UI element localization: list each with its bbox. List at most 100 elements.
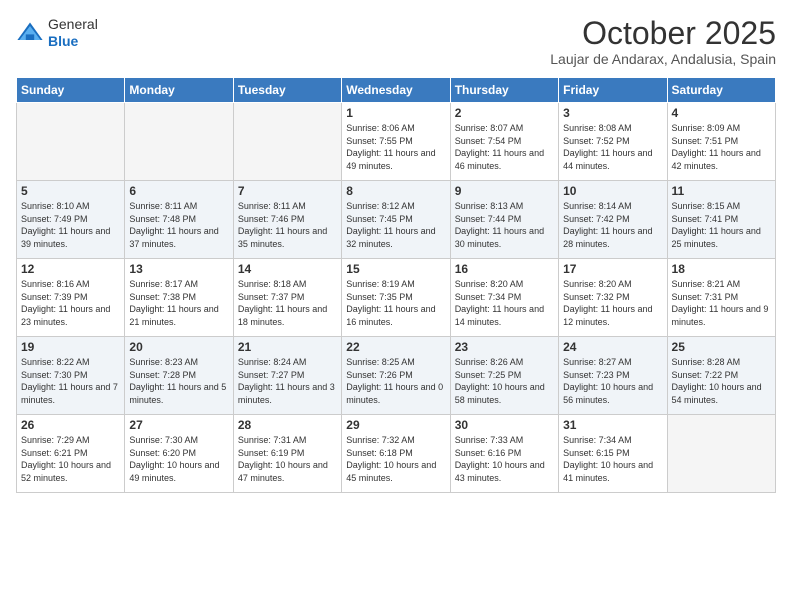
calendar-week-row: 12 Sunrise: 8:16 AMSunset: 7:39 PMDayligh…: [17, 259, 776, 337]
day-number: 18: [672, 262, 771, 276]
day-number: 21: [238, 340, 337, 354]
day-number: 25: [672, 340, 771, 354]
day-number: 16: [455, 262, 554, 276]
logo-text: General Blue: [48, 16, 98, 50]
day-number: 24: [563, 340, 662, 354]
day-detail: Sunrise: 8:20 AMSunset: 7:34 PMDaylight:…: [455, 278, 554, 328]
calendar-cell: 20 Sunrise: 8:23 AMSunset: 7:28 PMDayligh…: [125, 337, 233, 415]
day-detail: Sunrise: 8:09 AMSunset: 7:51 PMDaylight:…: [672, 122, 771, 172]
logo: General Blue: [16, 16, 98, 50]
calendar-cell: 7Sunrise: 8:11 AMSunset: 7:46 PMDaylight…: [233, 181, 341, 259]
calendar-cell: 17 Sunrise: 8:20 AMSunset: 7:32 PMDayligh…: [559, 259, 667, 337]
day-number: 20: [129, 340, 228, 354]
day-detail: Sunrise: 8:25 AMSunset: 7:26 PMDaylight:…: [346, 356, 445, 406]
calendar-cell: 23Sunrise: 8:26 AMSunset: 7:25 PMDayligh…: [450, 337, 558, 415]
calendar-week-row: 5 Sunrise: 8:10 AMSunset: 7:49 PMDaylight…: [17, 181, 776, 259]
day-number: 1: [346, 106, 445, 120]
day-number: 9: [455, 184, 554, 198]
day-number: 6: [129, 184, 228, 198]
calendar-week-row: 26 Sunrise: 7:29 AMSunset: 6:21 PMDayligh…: [17, 415, 776, 493]
calendar-cell: 29Sunrise: 7:32 AMSunset: 6:18 PMDayligh…: [342, 415, 450, 493]
page-header: General Blue October 2025 Laujar de Anda…: [16, 16, 776, 67]
calendar-cell: 13 Sunrise: 8:17 AMSunset: 7:38 PMDayligh…: [125, 259, 233, 337]
day-detail: Sunrise: 8:17 AMSunset: 7:38 PMDaylight:…: [129, 278, 228, 328]
calendar-header-row: SundayMondayTuesdayWednesdayThursdayFrid…: [17, 78, 776, 103]
logo-icon: [16, 19, 44, 47]
calendar-cell: 12 Sunrise: 8:16 AMSunset: 7:39 PMDayligh…: [17, 259, 125, 337]
calendar-cell: 18 Sunrise: 8:21 AMSunset: 7:31 PMDayligh…: [667, 259, 775, 337]
calendar-cell: 31 Sunrise: 7:34 AMSunset: 6:15 PMDayligh…: [559, 415, 667, 493]
calendar-cell: [233, 103, 341, 181]
calendar-cell: 30 Sunrise: 7:33 AMSunset: 6:16 PMDayligh…: [450, 415, 558, 493]
day-detail: Sunrise: 8:13 AMSunset: 7:44 PMDaylight:…: [455, 200, 554, 250]
location: Laujar de Andarax, Andalusia, Spain: [550, 51, 776, 67]
day-detail: Sunrise: 8:08 AMSunset: 7:52 PMDaylight:…: [563, 122, 662, 172]
day-detail: Sunrise: 8:19 AMSunset: 7:35 PMDaylight:…: [346, 278, 445, 328]
calendar-cell: 5 Sunrise: 8:10 AMSunset: 7:49 PMDaylight…: [17, 181, 125, 259]
calendar-cell: 14Sunrise: 8:18 AMSunset: 7:37 PMDayligh…: [233, 259, 341, 337]
calendar-cell: [667, 415, 775, 493]
calendar-cell: 19Sunrise: 8:22 AMSunset: 7:30 PMDayligh…: [17, 337, 125, 415]
day-detail: Sunrise: 8:18 AMSunset: 7:37 PMDaylight:…: [238, 278, 337, 328]
day-detail: Sunrise: 7:33 AMSunset: 6:16 PMDaylight:…: [455, 434, 554, 484]
day-number: 19: [21, 340, 120, 354]
calendar-cell: 2 Sunrise: 8:07 AMSunset: 7:54 PMDaylight…: [450, 103, 558, 181]
calendar-cell: [17, 103, 125, 181]
day-detail: Sunrise: 8:10 AMSunset: 7:49 PMDaylight:…: [21, 200, 120, 250]
day-detail: Sunrise: 8:28 AMSunset: 7:22 PMDaylight:…: [672, 356, 771, 406]
title-block: October 2025 Laujar de Andarax, Andalusi…: [550, 16, 776, 67]
calendar-cell: 4Sunrise: 8:09 AMSunset: 7:51 PMDaylight…: [667, 103, 775, 181]
day-number: 2: [455, 106, 554, 120]
day-detail: Sunrise: 8:20 AMSunset: 7:32 PMDaylight:…: [563, 278, 662, 328]
day-number: 12: [21, 262, 120, 276]
day-detail: Sunrise: 7:31 AMSunset: 6:19 PMDaylight:…: [238, 434, 337, 484]
day-number: 11: [672, 184, 771, 198]
calendar-week-row: 1Sunrise: 8:06 AMSunset: 7:55 PMDaylight…: [17, 103, 776, 181]
calendar-cell: 16 Sunrise: 8:20 AMSunset: 7:34 PMDayligh…: [450, 259, 558, 337]
day-detail: Sunrise: 8:15 AMSunset: 7:41 PMDaylight:…: [672, 200, 771, 250]
day-detail: Sunrise: 8:12 AMSunset: 7:45 PMDaylight:…: [346, 200, 445, 250]
day-number: 17: [563, 262, 662, 276]
day-number: 10: [563, 184, 662, 198]
day-detail: Sunrise: 7:29 AMSunset: 6:21 PMDaylight:…: [21, 434, 120, 484]
month-title: October 2025: [550, 16, 776, 51]
weekday-header-wednesday: Wednesday: [342, 78, 450, 103]
day-number: 30: [455, 418, 554, 432]
calendar-cell: 11 Sunrise: 8:15 AMSunset: 7:41 PMDayligh…: [667, 181, 775, 259]
day-detail: Sunrise: 8:11 AMSunset: 7:48 PMDaylight:…: [129, 200, 228, 250]
day-number: 13: [129, 262, 228, 276]
day-detail: Sunrise: 8:07 AMSunset: 7:54 PMDaylight:…: [455, 122, 554, 172]
day-detail: Sunrise: 8:26 AMSunset: 7:25 PMDaylight:…: [455, 356, 554, 406]
calendar-cell: 6 Sunrise: 8:11 AMSunset: 7:48 PMDaylight…: [125, 181, 233, 259]
calendar-cell: [125, 103, 233, 181]
day-number: 15: [346, 262, 445, 276]
weekday-header-tuesday: Tuesday: [233, 78, 341, 103]
calendar-cell: 9 Sunrise: 8:13 AMSunset: 7:44 PMDaylight…: [450, 181, 558, 259]
day-number: 3: [563, 106, 662, 120]
weekday-header-sunday: Sunday: [17, 78, 125, 103]
calendar-cell: 15 Sunrise: 8:19 AMSunset: 7:35 PMDayligh…: [342, 259, 450, 337]
day-number: 31: [563, 418, 662, 432]
calendar-cell: 28 Sunrise: 7:31 AMSunset: 6:19 PMDayligh…: [233, 415, 341, 493]
day-detail: Sunrise: 8:23 AMSunset: 7:28 PMDaylight:…: [129, 356, 228, 406]
calendar-cell: 3 Sunrise: 8:08 AMSunset: 7:52 PMDaylight…: [559, 103, 667, 181]
day-number: 26: [21, 418, 120, 432]
calendar-cell: 8 Sunrise: 8:12 AMSunset: 7:45 PMDaylight…: [342, 181, 450, 259]
weekday-header-thursday: Thursday: [450, 78, 558, 103]
day-number: 28: [238, 418, 337, 432]
calendar-cell: 21 Sunrise: 8:24 AMSunset: 7:27 PMDayligh…: [233, 337, 341, 415]
calendar-table: SundayMondayTuesdayWednesdayThursdayFrid…: [16, 77, 776, 493]
day-detail: Sunrise: 8:24 AMSunset: 7:27 PMDaylight:…: [238, 356, 337, 406]
day-detail: Sunrise: 8:21 AMSunset: 7:31 PMDaylight:…: [672, 278, 771, 328]
day-detail: Sunrise: 7:34 AMSunset: 6:15 PMDaylight:…: [563, 434, 662, 484]
page-container: General Blue October 2025 Laujar de Anda…: [0, 0, 792, 612]
calendar-cell: 27Sunrise: 7:30 AMSunset: 6:20 PMDayligh…: [125, 415, 233, 493]
calendar-cell: 10Sunrise: 8:14 AMSunset: 7:42 PMDayligh…: [559, 181, 667, 259]
day-number: 5: [21, 184, 120, 198]
logo-blue: Blue: [48, 33, 98, 50]
day-detail: Sunrise: 8:16 AMSunset: 7:39 PMDaylight:…: [21, 278, 120, 328]
calendar-cell: 25 Sunrise: 8:28 AMSunset: 7:22 PMDayligh…: [667, 337, 775, 415]
day-number: 8: [346, 184, 445, 198]
weekday-header-friday: Friday: [559, 78, 667, 103]
calendar-week-row: 19Sunrise: 8:22 AMSunset: 7:30 PMDayligh…: [17, 337, 776, 415]
